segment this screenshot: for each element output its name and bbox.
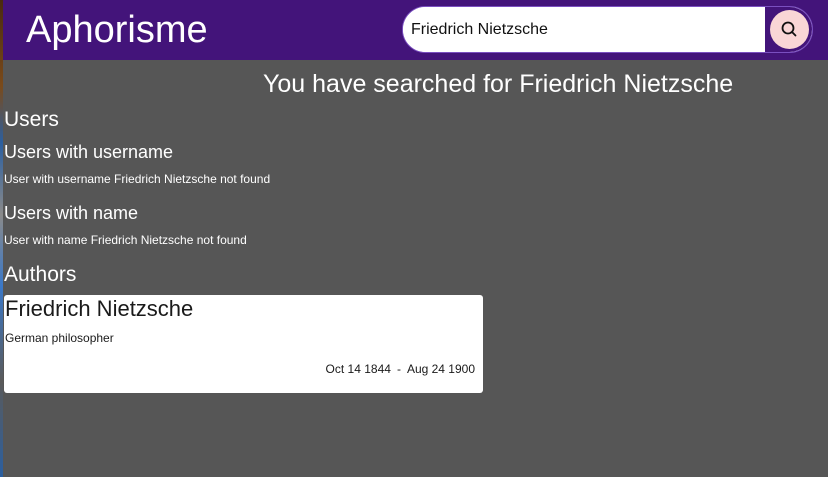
window-edge-strip — [0, 0, 3, 477]
authors-section-title: Authors — [4, 263, 77, 286]
author-description: German philosopher — [5, 331, 114, 345]
users-section-title: Users — [4, 108, 59, 131]
author-death-date: Aug 24 1900 — [406, 362, 475, 376]
search-button[interactable] — [765, 7, 812, 52]
search-bar — [402, 6, 813, 53]
search-input[interactable] — [403, 7, 765, 52]
author-lifespan: Oct 14 1844- Aug 24 1900 — [326, 361, 475, 377]
author-name[interactable]: Friedrich Nietzsche — [5, 296, 193, 322]
author-birth-date: Oct 14 1844 — [325, 362, 391, 376]
author-card[interactable]: Friedrich Nietzsche German philosopher O… — [4, 295, 483, 393]
app-header: Aphorisme — [3, 0, 828, 60]
date-separator: - — [396, 362, 401, 376]
search-icon — [781, 21, 797, 37]
brand-title[interactable]: Aphorisme — [26, 6, 208, 54]
users-by-username-title: Users with username — [4, 142, 174, 162]
users-by-name-message: User with name Friedrich Nietzsche not f… — [4, 233, 247, 247]
users-by-username-message: User with username Friedrich Nietzsche n… — [4, 172, 271, 186]
users-by-name-title: Users with name — [4, 203, 139, 223]
search-results-heading: You have searched for Friedrich Nietzsch… — [263, 70, 734, 98]
